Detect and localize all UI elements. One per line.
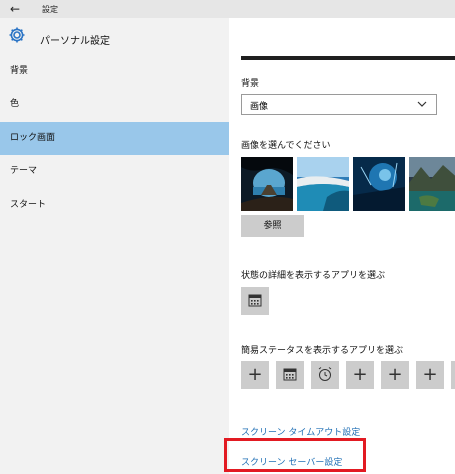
back-arrow-icon[interactable]: ← <box>10 2 20 16</box>
content-pane: 背景 画像 画像を選んでください 参照 状態の詳細を表示するアプリを選ぶ 簡易ス… <box>229 18 455 474</box>
plus-icon: + <box>387 364 403 385</box>
quick-status-add-tile-3[interactable]: + <box>381 361 409 389</box>
quick-status-add-tile-5[interactable]: + <box>451 361 455 389</box>
plus-icon: + <box>422 364 438 385</box>
background-select[interactable]: 画像 <box>241 94 437 115</box>
sidebar-item-color[interactable]: 色 <box>0 88 229 121</box>
sidebar-header: パーソナル設定 <box>0 26 229 52</box>
quick-status-add-tile-2[interactable]: + <box>346 361 374 389</box>
quick-status-alarm-tile[interactable] <box>311 361 339 389</box>
thumbnail-cave-beach[interactable] <box>241 157 293 211</box>
background-select-value: 画像 <box>250 102 269 112</box>
calendar-icon <box>282 366 298 385</box>
title-bar: ← 設定 <box>0 0 455 18</box>
browse-button[interactable]: 参照 <box>241 215 304 237</box>
page-title: パーソナル設定 <box>40 36 110 47</box>
detail-status-app-tile[interactable] <box>241 287 269 315</box>
chevron-down-icon <box>416 98 428 113</box>
lock-screen-preview <box>241 56 455 60</box>
choose-image-label: 画像を選んでください <box>241 141 331 151</box>
gear-icon <box>8 26 26 47</box>
detail-status-label: 状態の詳細を表示するアプリを選ぶ <box>241 271 386 281</box>
alarm-clock-icon <box>316 365 334 386</box>
thumbnail-lake-mountains[interactable] <box>409 157 455 211</box>
image-thumbnails <box>241 157 455 211</box>
sidebar-nav: 背景 色 ロック画面 テーマ スタート <box>0 55 229 222</box>
thumbnail-coast-aerial[interactable] <box>297 157 349 211</box>
quick-status-add-tile-4[interactable]: + <box>416 361 444 389</box>
window-title: 設定 <box>42 5 58 14</box>
sidebar-item-theme[interactable]: テーマ <box>0 155 229 188</box>
plus-icon: + <box>247 364 263 385</box>
thumbnail-underwater[interactable] <box>353 157 405 211</box>
background-label: 背景 <box>241 79 260 89</box>
quick-status-label: 簡易ステータスを表示するアプリを選ぶ <box>241 346 404 356</box>
calendar-icon <box>247 292 263 311</box>
quick-status-calendar-tile[interactable] <box>276 361 304 389</box>
sidebar-item-start[interactable]: スタート <box>0 189 229 222</box>
sidebar-item-lock-screen[interactable]: ロック画面 <box>0 121 229 156</box>
plus-icon: + <box>352 364 368 385</box>
screen-saver-highlight <box>224 438 366 472</box>
sidebar: パーソナル設定 背景 色 ロック画面 テーマ スタート <box>0 18 229 474</box>
screen-timeout-link[interactable]: スクリーン タイムアウト設定 <box>241 425 360 438</box>
quick-status-add-tile-1[interactable]: + <box>241 361 269 389</box>
sidebar-item-background[interactable]: 背景 <box>0 55 229 88</box>
